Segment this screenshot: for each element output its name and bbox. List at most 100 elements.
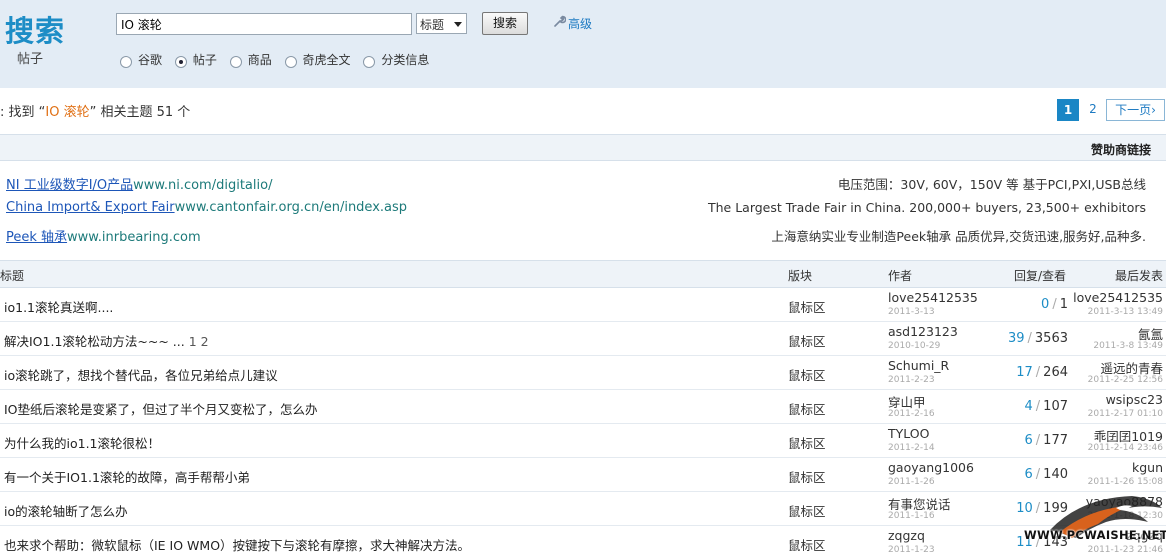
radio-posts[interactable]: 帖子: [174, 51, 217, 68]
reply-view-count: 0/1: [1041, 297, 1068, 312]
search-type-label: 帖子: [17, 52, 44, 67]
page-current: 1: [1057, 99, 1079, 121]
forum-link[interactable]: 鼠标区: [788, 365, 826, 384]
thread-title-link[interactable]: io1.1滚轮真送啊....: [4, 297, 113, 316]
post-date: 2010-10-29: [888, 341, 941, 351]
thread-title-link[interactable]: io的滚轮轴断了怎么办: [4, 501, 128, 520]
sponsor-ad: NI 工业级数字I/O产品www.ni.com/digitalio/ 电压范围：…: [0, 170, 1166, 194]
search-header: 搜索 帖子 标题 搜索 高级 谷歌 帖子 商品 奇虎全文 分类信息: [0, 0, 1166, 88]
radio-label: 帖子: [192, 53, 217, 67]
radio-products[interactable]: 商品: [229, 51, 272, 68]
result-summary: : 找到 “IO 滚轮” 相关主题 51 个: [0, 101, 190, 120]
result-prefix: : 找到 “: [0, 105, 46, 120]
forum-link[interactable]: 鼠标区: [788, 501, 826, 520]
thread-title-link[interactable]: io滚轮跳了，想找个替代品，各位兄弟给点儿建议: [4, 365, 278, 384]
col-replies-views: 回复/查看: [1014, 269, 1067, 283]
table-row: 也来求个帮助：微软鼠标（IE IO WMO）按键按下与滚轮有摩擦，求大神解决方法…: [0, 526, 1166, 554]
table-row: io的滚轮轴断了怎么办 鼠标区 有事您说话 2011-1-16 10/199 y…: [0, 492, 1166, 526]
radio-button[interactable]: [120, 56, 132, 68]
result-count: ” 相关主题 51 个: [89, 105, 191, 120]
radio-button[interactable]: [363, 56, 376, 68]
table-row: 解决IO1.1滚轮松动方法~~~ ... 1 2 鼠标区 asd123123 2…: [0, 322, 1166, 356]
search-logo: 搜索: [5, 14, 66, 48]
radio-button[interactable]: [174, 56, 187, 68]
thread-title-link[interactable]: IO垫纸后滚轮是变紧了，但过了半个月又变松了，怎么办: [4, 399, 318, 418]
next-page-button[interactable]: 下一页›: [1106, 99, 1165, 121]
reply-view-count: 4/107: [1024, 399, 1069, 414]
last-post-date: 2011-3-13 13:49: [1087, 307, 1163, 317]
post-date: 2011-1-26: [888, 477, 935, 487]
table-row: io滚轮跳了，想找个替代品，各位兄弟给点儿建议 鼠标区 Schumi_R 201…: [0, 356, 1166, 390]
thread-title-link[interactable]: 也来求个帮助：微软鼠标（IE IO WMO）按键按下与滚轮有摩擦，求大神解决方法…: [4, 535, 470, 554]
radio-button[interactable]: [284, 56, 297, 68]
forum-link[interactable]: 鼠标区: [788, 331, 826, 350]
radio-qihoo-fulltext[interactable]: 奇虎全文: [284, 51, 351, 68]
ad-url[interactable]: www.cantonfair.org.cn/en/index.asp: [175, 200, 407, 215]
post-date: 2011-2-16: [888, 409, 935, 419]
last-post-date: 2011-2-17 01:10: [1087, 409, 1163, 419]
thread-title-link[interactable]: 为什么我的io1.1滚轮很松！: [4, 433, 160, 452]
author-link[interactable]: love25412535: [888, 290, 978, 305]
advanced-search-link[interactable]: 高级: [552, 14, 592, 32]
results-table-header: 标题 版块 作者 回复/查看 最后发表: [0, 260, 1166, 288]
search-source-radios: 谷歌 帖子 商品 奇虎全文 分类信息: [120, 51, 438, 68]
ad-title-link[interactable]: NI 工业级数字I/O产品: [6, 178, 133, 193]
ad-url[interactable]: www.ni.com/digitalio/: [133, 178, 272, 193]
forum-link[interactable]: 鼠标区: [788, 297, 826, 316]
table-row: io1.1滚轮真送啊.... 鼠标区 love25412535 2011-3-1…: [0, 288, 1166, 322]
last-post-date: 2011-1-26 15:08: [1087, 477, 1163, 487]
eagle-logo-icon: [1050, 496, 1162, 538]
ad-title-link[interactable]: Peek 轴承: [6, 230, 67, 245]
reply-view-count: 39/3563: [1007, 331, 1068, 346]
ad-description: 电压范围：30V, 60V，150V 等 基于PCI,PXI,USB总线: [837, 177, 1146, 192]
table-row: IO垫纸后滚轮是变紧了，但过了半个月又变松了，怎么办 鼠标区 穿山甲 2011-…: [0, 390, 1166, 424]
col-author: 作者: [888, 269, 913, 283]
last-post-date: 2011-2-25 12:56: [1087, 375, 1163, 385]
post-date: 2011-1-16: [888, 511, 935, 521]
last-poster-link[interactable]: love25412535: [1073, 290, 1163, 305]
last-poster-link[interactable]: wsipsc23: [1106, 392, 1163, 407]
author-link[interactable]: zqgzq: [888, 528, 925, 543]
radio-google[interactable]: 谷歌: [120, 51, 162, 68]
post-date: 2011-3-13: [888, 307, 935, 317]
radio-label: 奇虎全文: [302, 53, 351, 67]
sponsor-heading: 赞助商链接: [1090, 143, 1151, 157]
author-link[interactable]: asd123123: [888, 324, 958, 339]
thread-title-link[interactable]: 有一个关于IO1.1滚轮的故障，高手帮帮小弟: [4, 467, 250, 486]
col-title: 标题: [0, 269, 25, 283]
author-link[interactable]: TYLOO: [888, 426, 929, 441]
author-link[interactable]: Schumi_R: [888, 358, 949, 373]
col-last-post: 最后发表: [1115, 269, 1164, 283]
forum-link[interactable]: 鼠标区: [788, 433, 826, 452]
sponsor-header: 赞助商链接: [0, 134, 1166, 161]
ad-title-link[interactable]: China Import& Export Fair: [6, 200, 175, 215]
sponsor-ad: China Import& Export Fairwww.cantonfair.…: [0, 196, 1166, 220]
forum-link[interactable]: 鼠标区: [788, 535, 826, 554]
post-date: 2011-2-14: [888, 443, 935, 453]
forum-link[interactable]: 鼠标区: [788, 467, 826, 486]
last-post-date: 2011-2-14 23:46: [1087, 443, 1163, 453]
thread-title-link[interactable]: 解决IO1.1滚轮松动方法~~~ ... 1 2: [4, 331, 209, 350]
reply-view-count: 6/140: [1024, 467, 1069, 482]
ad-url[interactable]: www.inrbearing.com: [67, 230, 201, 245]
search-scope-select[interactable]: 标题: [416, 13, 467, 34]
page-link-2[interactable]: 2: [1084, 99, 1102, 121]
search-input[interactable]: [116, 13, 412, 35]
advanced-search-label: 高级: [568, 17, 593, 31]
ad-description: The Largest Trade Fair in China. 200,000…: [707, 200, 1146, 215]
search-scope-value: 标题: [420, 18, 445, 32]
author-link[interactable]: gaoyang1006: [888, 460, 974, 475]
radio-label: 分类信息: [381, 53, 430, 67]
reply-view-count: 17/264: [1016, 365, 1068, 380]
last-post-date: 2011-3-8 13:49: [1093, 341, 1163, 351]
ad-description: 上海意纳实业专业制造Peek轴承 品质优异,交货迅速,服务好,品种多.: [771, 229, 1146, 244]
radio-classifieds[interactable]: 分类信息: [363, 51, 429, 68]
thread-page-links[interactable]: 1 2: [189, 334, 209, 349]
search-button[interactable]: 搜索: [482, 12, 528, 35]
radio-button[interactable]: [229, 56, 242, 68]
col-forum: 版块: [788, 269, 813, 283]
forum-link[interactable]: 鼠标区: [788, 399, 826, 418]
last-poster-link[interactable]: kgun: [1132, 460, 1163, 475]
post-date: 2011-2-23: [888, 375, 935, 385]
table-row: 为什么我的io1.1滚轮很松！ 鼠标区 TYLOO 2011-2-14 6/17…: [0, 424, 1166, 458]
